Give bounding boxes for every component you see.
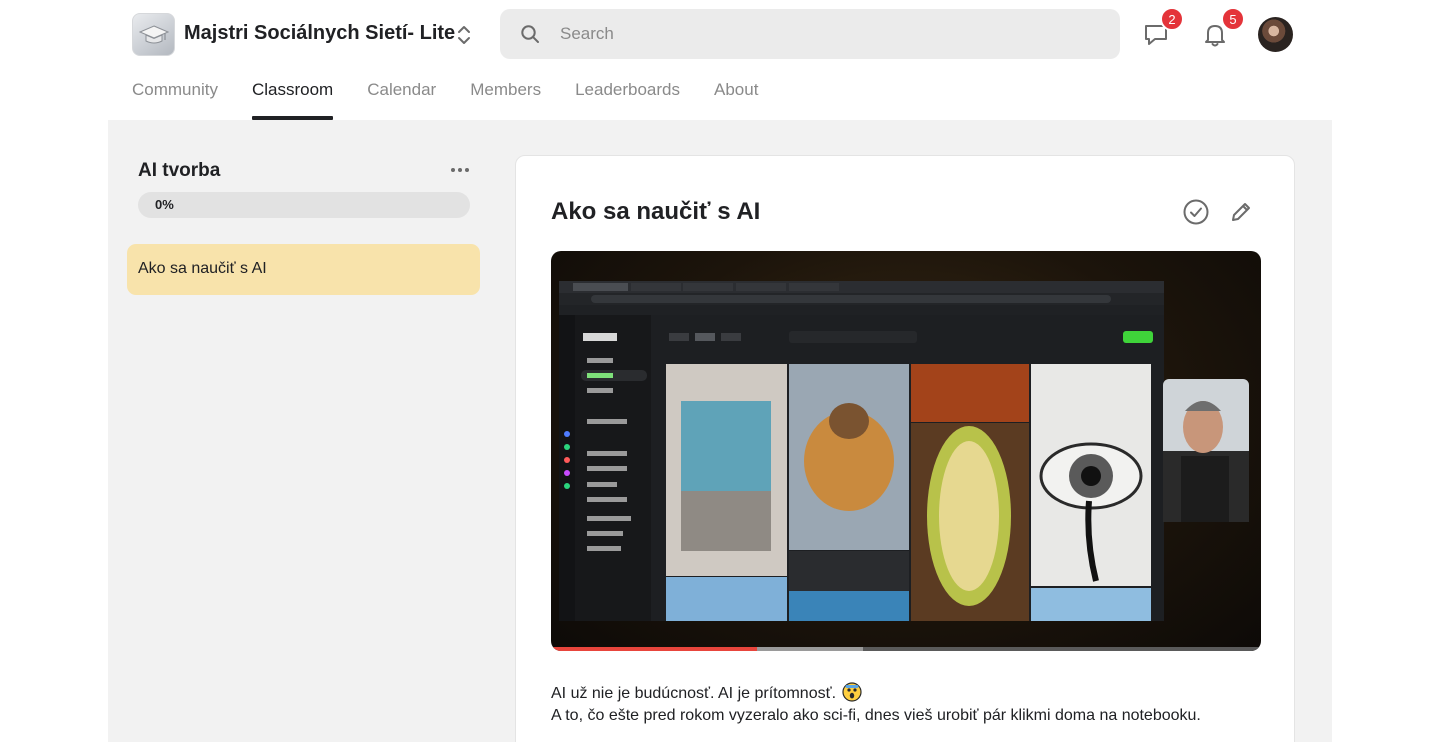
more-horizontal-icon <box>451 168 469 172</box>
course-progress-label: 0% <box>155 197 174 212</box>
check-circle-icon <box>1183 199 1209 225</box>
video-buffer-fill <box>756 647 864 651</box>
course-progress-bar: 0% <box>138 192 470 218</box>
lesson-description-line-2: A to, čo ešte pred rokom vyzeralo ako sc… <box>551 707 1201 724</box>
edit-lesson-button[interactable] <box>1226 197 1256 227</box>
video-progress-bar[interactable] <box>551 647 1261 651</box>
lesson-item-active[interactable]: Ako sa naučiť s AI <box>127 244 480 295</box>
search-icon <box>520 24 540 44</box>
tab-about[interactable]: About <box>714 80 758 120</box>
lesson-description-line-1: AI už nie je budúcnosť. AI je prítomnosť… <box>551 682 862 703</box>
user-avatar[interactable] <box>1258 17 1293 52</box>
video-progress-fill <box>551 647 757 651</box>
description-text-1: AI už nie je budúcnosť. AI je prítomnosť… <box>551 685 837 702</box>
mark-complete-button[interactable] <box>1181 197 1211 227</box>
tab-leaderboards[interactable]: Leaderboards <box>575 80 680 120</box>
notification-badge: 5 <box>1221 7 1245 31</box>
group-switcher[interactable] <box>455 22 473 48</box>
chat-badge: 2 <box>1160 7 1184 31</box>
lesson-card: Ako sa naučiť s AI AI už nie je budúcnos… <box>515 155 1295 742</box>
classroom-area: AI tvorba 0% Ako sa naučiť s AI Ako sa n… <box>108 120 1332 742</box>
lesson-video-player[interactable] <box>551 251 1261 651</box>
group-name[interactable]: Majstri Sociálnych Sietí- Lite <box>184 22 455 45</box>
lesson-title: Ako sa naučiť s AI <box>551 198 761 225</box>
main-nav: Community Classroom Calendar Members Lea… <box>132 80 792 120</box>
chevron-up-down-icon <box>458 26 470 44</box>
pencil-icon <box>1232 203 1250 221</box>
course-options-button[interactable] <box>448 158 472 182</box>
lesson-item-label: Ako sa naučiť s AI <box>138 260 267 277</box>
top-header: Majstri Sociálnych Sietí- Lite 2 5 Commu… <box>0 0 1440 120</box>
tab-calendar[interactable]: Calendar <box>367 80 436 120</box>
course-title: AI tvorba <box>138 160 221 181</box>
video-thumbnail <box>559 281 1249 621</box>
tab-classroom[interactable]: Classroom <box>251 80 334 120</box>
shocked-face-emoji <box>842 682 862 702</box>
tab-community[interactable]: Community <box>132 80 218 120</box>
graduation-cap-icon <box>138 24 169 43</box>
search-bar[interactable] <box>500 9 1120 59</box>
tab-members[interactable]: Members <box>470 80 541 120</box>
search-input[interactable] <box>560 24 1080 44</box>
group-logo[interactable] <box>132 13 175 56</box>
